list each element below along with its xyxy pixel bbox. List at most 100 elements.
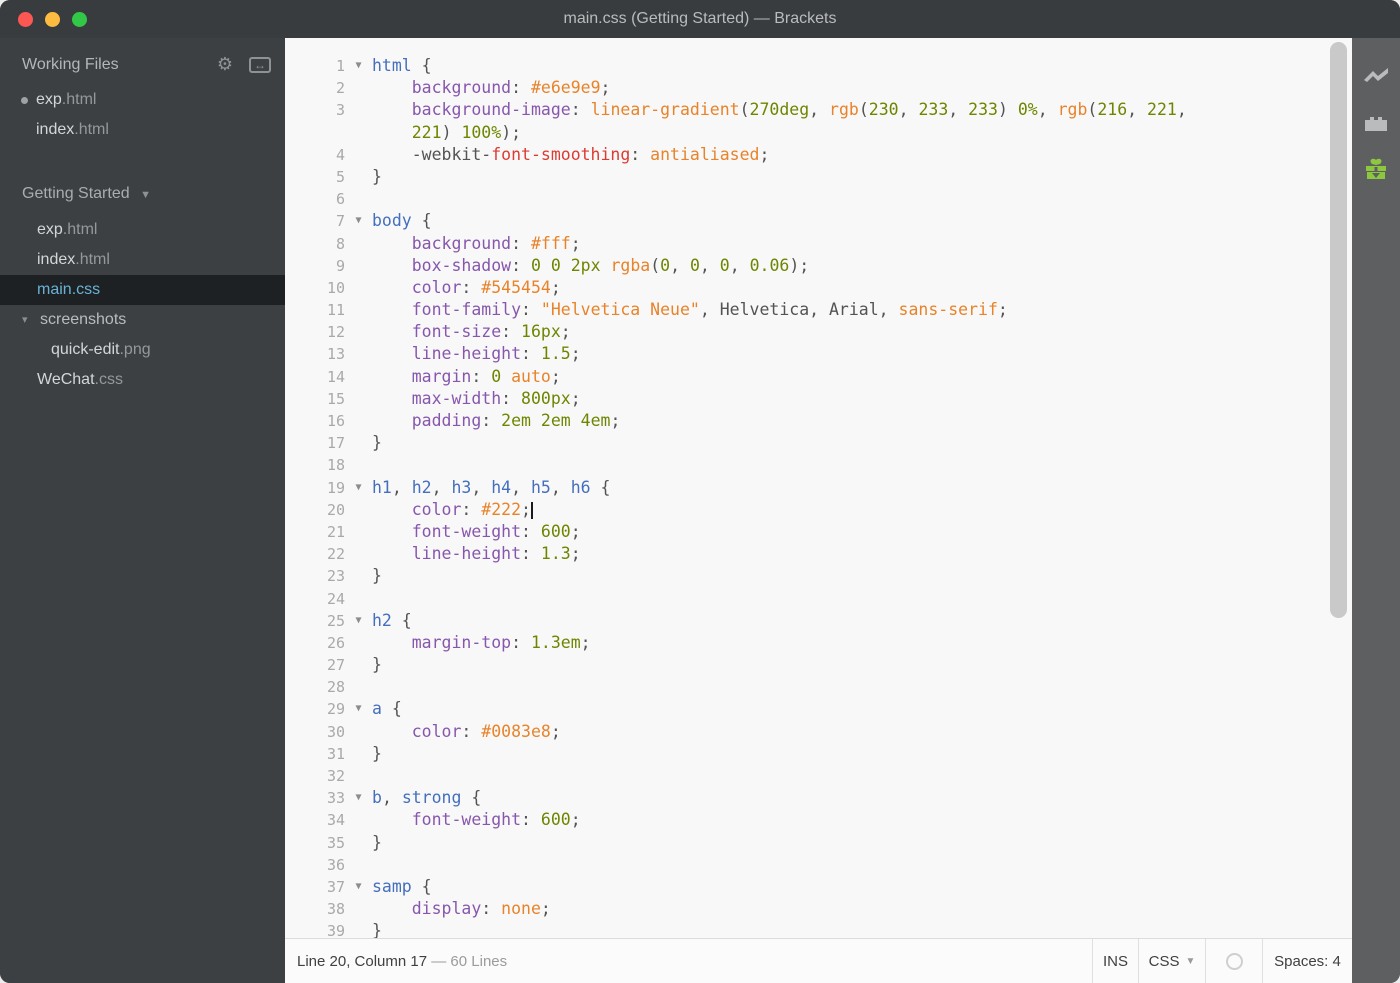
code-line[interactable]: 34 font-weight: 600; [285,809,1352,831]
tree-file[interactable]: quick-edit.png [0,335,285,365]
working-file-item[interactable]: index.html [0,115,285,145]
lint-status[interactable] [1205,939,1262,983]
file-tree: exp.html index.html main.css ▾ screenshots qu… [0,215,285,395]
code-line[interactable]: 23} [285,565,1352,587]
code-line[interactable]: 27} [285,654,1352,676]
fold-arrow-icon[interactable]: ▼ [345,787,372,809]
fold-arrow-icon[interactable]: ▼ [345,477,372,499]
file-extension: .css [94,371,123,388]
code-line[interactable]: 14 margin: 0 auto; [285,366,1352,388]
scrollbar-thumb[interactable] [1330,42,1347,618]
code-line[interactable]: 13 line-height: 1.5; [285,343,1352,365]
code-text: } [372,433,382,453]
language-selector[interactable]: CSS ▼ [1138,939,1205,983]
code-line[interactable]: 17} [285,432,1352,454]
gear-icon[interactable]: ⚙ [217,54,233,75]
indent-setting[interactable]: Spaces: 4 [1262,939,1352,983]
code-editor[interactable]: 1 ▼ html {2 background: #e6e9e9; 3 backgrou… [285,38,1352,938]
tree-file[interactable]: index.html [0,245,285,275]
code-line[interactable]: 33 ▼ b, strong { [285,787,1352,809]
code-line[interactable]: 221) 100%); [285,122,1352,144]
code-line[interactable]: 32 [285,765,1352,787]
folder-disclosure-icon[interactable]: ▾ [22,313,28,326]
fold-arrow-icon[interactable]: ▼ [345,210,372,232]
code-line[interactable]: 26 margin-top: 1.3em; [285,632,1352,654]
code-line[interactable]: 37 ▼ samp { [285,876,1352,898]
fold-arrow-icon[interactable]: ▼ [345,610,372,632]
code-line[interactable]: 18 [285,454,1352,476]
split-view-icon[interactable]: ↔ [249,56,271,73]
fold-arrow-icon[interactable]: ▼ [345,55,372,77]
working-files-list: exp.html index.html [0,85,285,145]
code-line[interactable]: 30 color: #0083e8; [285,721,1352,743]
line-gutter: 18 [285,454,372,476]
tree-file[interactable]: main.css [0,275,285,305]
code-line[interactable]: 11 font-family: "Helvetica Neue", Helvet… [285,299,1352,321]
line-gutter: 5 [285,166,372,188]
code-line[interactable]: 3 background-image: linear-gradient(270d… [285,99,1352,121]
code-line[interactable]: 31} [285,743,1352,765]
tree-file[interactable]: exp.html [0,215,285,245]
line-gutter: 25 ▼ [285,610,372,632]
code-line[interactable]: 36 [285,854,1352,876]
code-line[interactable]: 6 [285,188,1352,210]
code-line[interactable]: 9 box-shadow: 0 0 2px rgba(0, 0, 0, 0.06… [285,255,1352,277]
code-line[interactable]: 35} [285,832,1352,854]
code-line[interactable]: 12 font-size: 16px; [285,321,1352,343]
code-line[interactable]: 39} [285,920,1352,938]
fold-arrow-icon[interactable]: ▼ [345,698,372,720]
code-line[interactable]: 19 ▼ h1, h2, h3, h4, h5, h6 { [285,477,1352,499]
code-line[interactable]: 24 [285,588,1352,610]
code-line[interactable]: 15 max-width: 800px; [285,388,1352,410]
line-gutter: 23 [285,565,372,587]
project-dropdown[interactable]: Getting Started ▼ [0,173,285,215]
code-line[interactable]: 7 ▼ body { [285,210,1352,232]
code-line[interactable]: 8 background: #fff; [285,233,1352,255]
extension-manager-icon[interactable] [1363,112,1389,134]
line-gutter: 16 [285,410,372,432]
code-line[interactable]: 22 line-height: 1.3; [285,543,1352,565]
code-line[interactable]: 28 [285,676,1352,698]
line-number: 25 [326,611,345,630]
indent-size-value[interactable]: 4 [1333,953,1341,970]
line-number: 14 [326,367,345,386]
code-line[interactable]: 38 display: none; [285,898,1352,920]
line-gutter: 31 [285,743,372,765]
insert-mode-toggle[interactable]: INS [1092,939,1138,983]
code-line[interactable]: 4 -webkit-font-smoothing: antialiased; [285,144,1352,166]
code-line[interactable]: 5} [285,166,1352,188]
code-line[interactable]: 10 color: #545454; [285,277,1352,299]
code-text: } [372,166,382,186]
fold-arrow-icon[interactable]: ▼ [345,876,372,898]
right-toolbar [1352,38,1400,983]
live-preview-icon[interactable] [1363,66,1389,88]
code-line[interactable]: 20 color: #222; [285,499,1352,521]
code-line[interactable]: 1 ▼ html { [285,55,1352,77]
code-line[interactable]: 21 font-weight: 600; [285,521,1352,543]
code-line[interactable]: 2 background: #e6e9e9; [285,77,1352,99]
code-text: max-width: 800px; [411,388,581,408]
code-line[interactable]: 25 ▼ h2 { [285,610,1352,632]
tree-file[interactable]: WeChat.css [0,365,285,395]
file-extension: .html [74,121,109,138]
line-gutter: 37 ▼ [285,876,372,898]
line-gutter: 22 [285,543,372,565]
line-number: 2 [335,79,345,98]
brackets-window: main.css (Getting Started) — Brackets Wo… [0,0,1400,983]
tree-folder[interactable]: ▾ screenshots [0,305,285,335]
code-line[interactable]: 29 ▼ a { [285,698,1352,720]
sidebar: Working Files ⚙ ↔ exp.html index.html Get… [0,38,285,983]
code-line[interactable]: 16 padding: 2em 2em 4em; [285,410,1352,432]
working-file-item[interactable]: exp.html [0,85,285,115]
extension-update-icon[interactable] [1363,158,1389,180]
line-number: 18 [326,456,345,475]
